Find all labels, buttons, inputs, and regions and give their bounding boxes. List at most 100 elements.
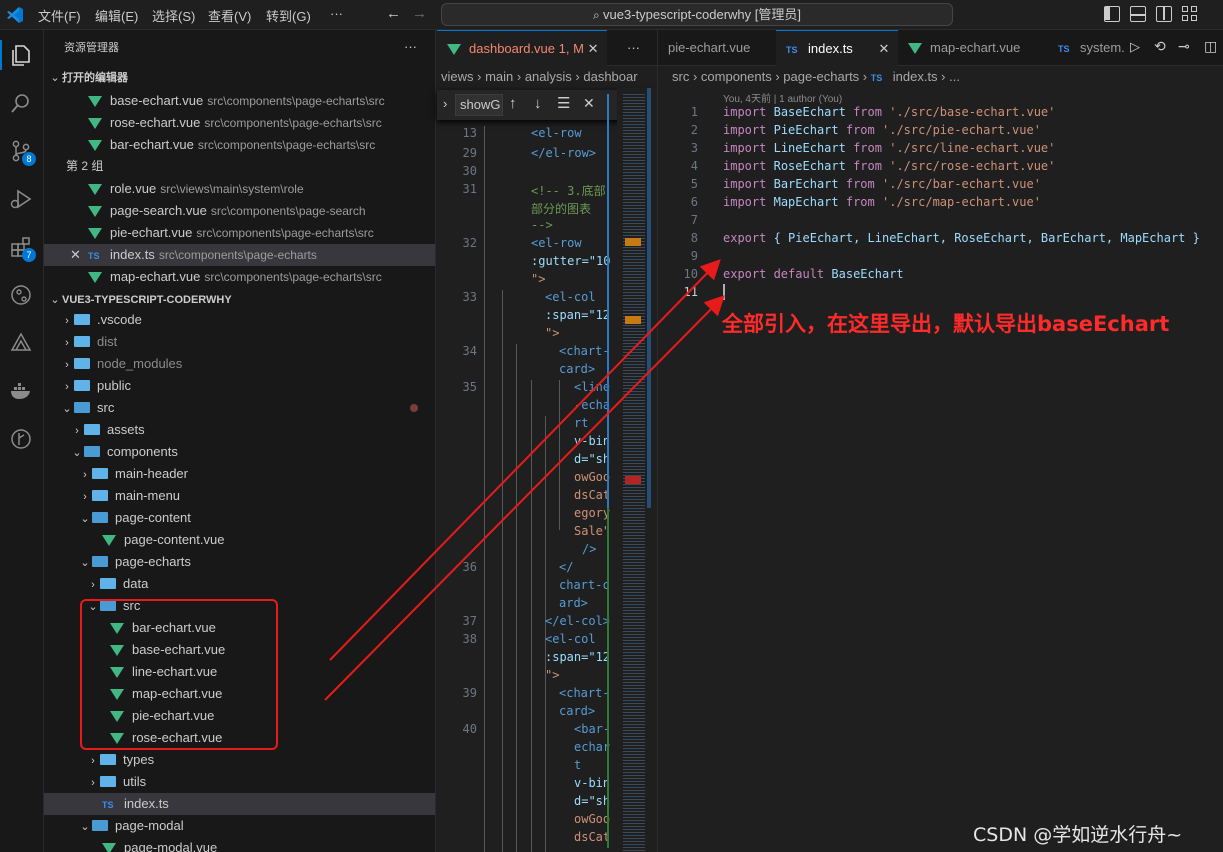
breadcrumb-item[interactable]: analysis	[525, 69, 572, 84]
explorer-title: 资源管理器	[64, 42, 119, 54]
toggle-secondary-sidebar-icon[interactable]	[1156, 6, 1172, 22]
code-line: import BarEchart from './src/bar-echart.…	[723, 177, 1041, 191]
tree-folder[interactable]: › main-header	[44, 463, 435, 485]
menu-selection[interactable]: 选择(S)	[152, 6, 195, 25]
editor-actions-more[interactable]: ···	[617, 30, 657, 66]
tree-file[interactable]: page-content.vue	[44, 529, 435, 551]
tree-folder[interactable]: › assets	[44, 419, 435, 441]
tree-folder[interactable]: › .vscode	[44, 309, 435, 331]
folder-icon	[74, 380, 90, 392]
close-icon[interactable]: ✕	[588, 41, 599, 56]
toggle-sidebar-icon[interactable]	[1104, 6, 1120, 22]
next-match-icon[interactable]: ↓	[534, 95, 542, 112]
tree-folder-open[interactable]: ⌄ components	[44, 441, 435, 463]
tree-folder[interactable]: › types	[44, 749, 435, 771]
group-2-header[interactable]: 第 2 组	[44, 155, 435, 177]
docker-icon[interactable]	[8, 378, 34, 404]
search-icon[interactable]	[8, 90, 34, 116]
toggle-replace-icon[interactable]: ›	[443, 96, 447, 111]
line-number: 32	[462, 236, 477, 250]
file-name: role.vue	[110, 181, 157, 196]
menu-file[interactable]: 文件(F)	[38, 6, 81, 25]
menu-more[interactable]: ···	[330, 6, 343, 21]
tree-file-selected[interactable]: TS index.ts	[44, 793, 435, 815]
tree-label: public	[97, 378, 131, 393]
menu-edit[interactable]: 编辑(E)	[95, 6, 138, 25]
open-editors-header[interactable]: ⌄ 打开的编辑器	[44, 66, 435, 88]
customize-layout-icon[interactable]	[1182, 6, 1198, 22]
tab-pie-echart[interactable]: pie-echart.vue	[658, 30, 776, 66]
open-editor-item[interactable]: map-echart.vue src\components\page-echart…	[44, 266, 435, 288]
code-line: card>	[559, 362, 596, 376]
tab-index-ts[interactable]: TS index.ts ✕	[776, 30, 898, 66]
open-editor-item[interactable]: pie-echart.vue src\components\page-echart…	[44, 222, 435, 244]
tree-folder[interactable]: › data	[44, 573, 435, 595]
run-debug-icon[interactable]	[8, 186, 34, 212]
minimap-scrollbar[interactable]	[647, 88, 651, 508]
breadcrumb-item[interactable]: page-echarts	[783, 69, 859, 84]
code-line: export default BaseEchart	[723, 267, 904, 281]
file-name: rose-echart.vue	[110, 115, 201, 130]
gitlens-icon[interactable]	[8, 426, 34, 452]
string: './src/bar-echart.vue'	[882, 177, 1041, 191]
toggle-panel-icon[interactable]	[1130, 6, 1146, 22]
string: './src/map-echart.vue'	[882, 195, 1041, 209]
breadcrumb-item[interactable]: index.ts	[893, 69, 938, 84]
tree-folder[interactable]: › node_modules	[44, 353, 435, 375]
project-header[interactable]: ⌄ VUE3-TYPESCRIPT-CODERWHY	[44, 288, 435, 310]
open-editor-item[interactable]: rose-echart.vue src\components\page-echar…	[44, 112, 435, 134]
tree-folder[interactable]: › utils	[44, 771, 435, 793]
forward-arrow-icon[interactable]: →	[412, 5, 427, 22]
code-line: ard>	[559, 596, 588, 610]
close-icon[interactable]: ✕	[878, 41, 889, 56]
line-number: 38	[462, 632, 477, 646]
tab-map-echart[interactable]: map-echart.vue	[898, 30, 1044, 66]
remote-explorer-icon[interactable]	[8, 330, 34, 356]
open-editor-item[interactable]: bar-echart.vue src\components\page-echart…	[44, 134, 435, 156]
git-compare-icon[interactable]: ⊸	[1178, 38, 1190, 55]
open-editor-item[interactable]: role.vue src\views\main\system\role	[44, 178, 435, 200]
tree-folder-open[interactable]: ⌄ page-content	[44, 507, 435, 529]
breadcrumb-item[interactable]: src	[672, 69, 689, 84]
command-center-search[interactable]: ⌕ vue3-typescript-coderwhy [管理员]	[441, 3, 953, 26]
split-editor-icon[interactable]: ◫	[1204, 38, 1217, 55]
find-in-selection-icon[interactable]: ☰	[557, 94, 570, 112]
tree-folder-open[interactable]: ⌄ page-echarts	[44, 551, 435, 573]
tree-label: assets	[107, 422, 145, 437]
file-name: page-search.vue	[110, 203, 207, 218]
close-find-icon[interactable]: ✕	[583, 95, 595, 112]
find-text: showG	[460, 97, 501, 112]
breadcrumb-item[interactable]: components	[701, 69, 772, 84]
open-editor-item-selected[interactable]: ✕ TS index.ts src\components\page-echarts	[44, 244, 435, 266]
breadcrumb-item[interactable]: main	[485, 69, 513, 84]
tree-folder-open[interactable]: ⌄ page-modal	[44, 815, 435, 837]
code-line: export { PieEchart, LineEchart, RoseEcha…	[723, 231, 1200, 245]
open-editor-item[interactable]: base-echart.vue src\components\page-echar…	[44, 90, 435, 112]
timeline-icon[interactable]: ⟲	[1154, 38, 1166, 55]
back-arrow-icon[interactable]: ←	[386, 5, 401, 22]
line-number-current: 11	[683, 285, 698, 299]
line-number: 31	[462, 182, 477, 196]
tab-system[interactable]: TS system.	[1048, 30, 1130, 66]
tab-dashboard[interactable]: dashboard.vue 1, M ✕	[437, 30, 607, 66]
explorer-more-button[interactable]: ···	[404, 36, 434, 58]
tree-folder[interactable]: › public	[44, 375, 435, 397]
breadcrumb-item[interactable]: views	[441, 69, 474, 84]
previous-match-icon[interactable]: ↑	[509, 95, 517, 112]
open-editor-item[interactable]: page-search.vue src\components\page-searc…	[44, 200, 435, 222]
close-icon[interactable]: ✕	[70, 244, 88, 266]
tree-file[interactable]: page-modal.vue	[44, 837, 435, 852]
breadcrumb-item[interactable]: dashboar	[583, 69, 637, 84]
tree-folder[interactable]: › main-menu	[44, 485, 435, 507]
tree-folder-open[interactable]: ⌄ src	[44, 397, 435, 419]
git-history-icon[interactable]	[8, 282, 34, 308]
menu-go[interactable]: 转到(G)	[266, 6, 311, 25]
codelens-blame[interactable]: You, 4天前 | 1 author (You)	[723, 90, 842, 105]
breadcrumb-item[interactable]: ...	[949, 69, 960, 84]
menu-view[interactable]: 查看(V)	[208, 6, 251, 25]
run-icon[interactable]: ▷	[1130, 39, 1140, 55]
tree-folder[interactable]: › dist	[44, 331, 435, 353]
explorer-icon[interactable]	[8, 42, 34, 68]
minimap[interactable]	[607, 88, 657, 852]
find-input[interactable]: showG	[455, 94, 503, 116]
